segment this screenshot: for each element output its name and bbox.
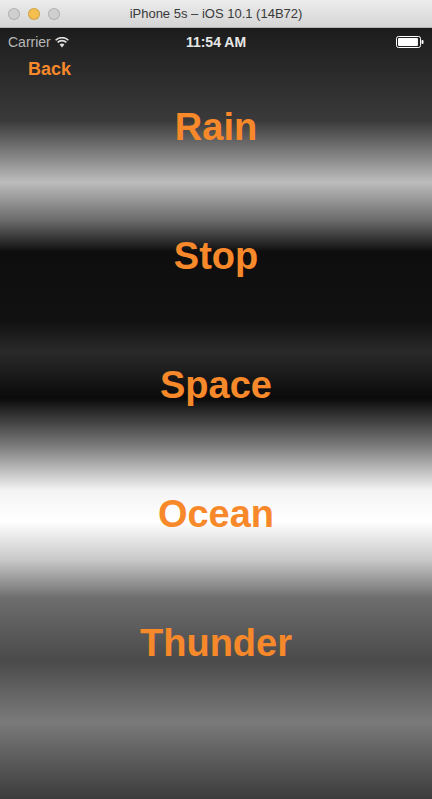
sound-button[interactable]: Stop xyxy=(168,233,264,279)
window-title: iPhone 5s – iOS 10.1 (14B72) xyxy=(78,6,424,21)
close-button[interactable] xyxy=(8,8,20,20)
simulator-window: iPhone 5s – iOS 10.1 (14B72) Carrier11:54… xyxy=(0,0,432,799)
sound-button[interactable]: Space xyxy=(154,362,278,408)
sound-button[interactable]: Rain xyxy=(169,104,263,150)
carrier: Carrier xyxy=(8,34,186,50)
wifi-icon xyxy=(55,37,69,48)
sound-button[interactable]: Ocean xyxy=(152,491,280,537)
minimize-button[interactable] xyxy=(28,8,40,20)
sound-list: Rain Stop Space Ocean Thunder xyxy=(0,82,432,666)
nav-bar: Back xyxy=(0,56,432,82)
phone-screen: Carrier11:54 AM Back Rain Stop Space Ocean Thu… xyxy=(0,28,432,799)
sound-button[interactable]: Thunder xyxy=(134,620,298,666)
title-bar: iPhone 5s – iOS 10.1 (14B72) xyxy=(0,0,432,28)
clock: 11:54 AM xyxy=(186,34,246,50)
zoom-button[interactable] xyxy=(48,8,60,20)
status-bar: Carrier11:54 AM xyxy=(0,28,432,56)
battery-icon xyxy=(396,36,424,48)
back-button[interactable]: Back xyxy=(28,59,71,80)
